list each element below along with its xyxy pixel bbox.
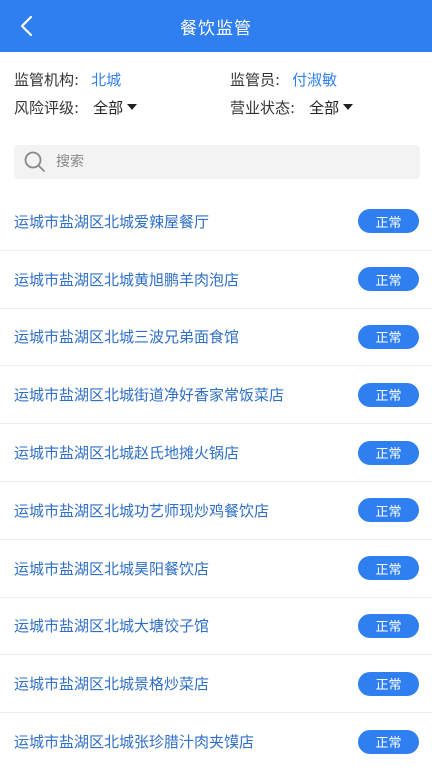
status-badge: 正常 bbox=[358, 613, 419, 638]
supervisor-value[interactable]: 付淑敏 bbox=[292, 69, 337, 90]
risk-label: 风险评级: bbox=[14, 98, 80, 117]
status-badge: 正常 bbox=[358, 267, 419, 292]
status-badge: 正常 bbox=[358, 556, 419, 581]
restaurant-name: 运城市盐湖区北城昊阳餐饮店 bbox=[14, 559, 210, 578]
list-item[interactable]: 运城市盐湖区北城昊阳餐饮店 正常 bbox=[0, 540, 432, 598]
restaurant-name: 运城市盐湖区北城张珍腊汁肉夹馍店 bbox=[14, 733, 255, 752]
risk-select-value: 全部 bbox=[93, 98, 124, 117]
list-item[interactable]: 运城市盐湖区北城街道净好香家常饭菜店 正常 bbox=[0, 366, 432, 425]
status-badge: 正常 bbox=[358, 671, 419, 696]
restaurant-list: 运城市盐湖区北城爱辣屋餐厅 正常 运城市盐湖区北城黄旭鹏羊肉泡店 正常 运城市盐湖区北城… bbox=[0, 193, 432, 768]
risk-select[interactable]: 全部 bbox=[93, 97, 138, 118]
risk-filter: 风险评级: 全部 bbox=[14, 92, 138, 122]
status-badge: 正常 bbox=[358, 440, 419, 465]
supervisor-filter: 监管员: 付淑敏 bbox=[230, 64, 337, 94]
agency-filter: 监管机构: 北城 bbox=[14, 64, 121, 94]
status-badge: 正常 bbox=[358, 382, 419, 407]
list-item[interactable]: 运城市盐湖区北城大塘饺子馆 正常 bbox=[0, 598, 432, 656]
status-badge: 正常 bbox=[358, 209, 419, 234]
status-badge: 正常 bbox=[358, 498, 419, 523]
restaurant-name: 运城市盐湖区北城街道净好香家常饭菜店 bbox=[14, 386, 285, 405]
restaurant-name: 运城市盐湖区北城功艺师现炒鸡餐饮店 bbox=[14, 501, 270, 520]
list-item[interactable]: 运城市盐湖区北城黄旭鹏羊肉泡店 正常 bbox=[0, 251, 432, 309]
restaurant-name: 运城市盐湖区北城黄旭鹏羊肉泡店 bbox=[14, 270, 240, 289]
list-item[interactable]: 运城市盐湖区北城三波兄弟面食馆 正常 bbox=[0, 309, 432, 367]
page-title: 餐饮监管 bbox=[180, 18, 252, 39]
business-status-select[interactable]: 全部 bbox=[309, 97, 354, 118]
agency-value[interactable]: 北城 bbox=[91, 69, 121, 90]
list-item[interactable]: 运城市盐湖区北城爱辣屋餐厅 正常 bbox=[0, 193, 432, 251]
restaurant-name: 运城市盐湖区北城三波兄弟面食馆 bbox=[14, 328, 240, 347]
chevron-left-icon bbox=[20, 15, 33, 37]
filter-panel: 监管机构: 北城 监管员: 付淑敏 风险评级: 全部 营业状态: 全部 bbox=[0, 52, 432, 134]
search-icon bbox=[24, 151, 45, 172]
restaurant-name: 运城市盐湖区北城爱辣屋餐厅 bbox=[14, 212, 210, 231]
caret-down-icon bbox=[127, 104, 138, 110]
status-badge: 正常 bbox=[358, 729, 419, 754]
supervisor-label: 监管员: bbox=[230, 70, 281, 89]
business-status-filter: 营业状态: 全部 bbox=[230, 92, 354, 122]
business-status-label: 营业状态: bbox=[230, 98, 296, 117]
caret-down-icon bbox=[343, 104, 354, 110]
agency-label: 监管机构: bbox=[14, 70, 80, 89]
status-badge: 正常 bbox=[358, 324, 419, 349]
search-bar[interactable] bbox=[14, 145, 420, 179]
list-item[interactable]: 运城市盐湖区北城景格炒菜店 正常 bbox=[0, 655, 432, 714]
restaurant-name: 运城市盐湖区北城大塘饺子馆 bbox=[14, 617, 210, 636]
restaurant-name: 运城市盐湖区北城景格炒菜店 bbox=[14, 675, 210, 694]
back-button[interactable] bbox=[10, 10, 42, 42]
restaurant-name: 运城市盐湖区北城赵氏地摊火锅店 bbox=[14, 444, 240, 463]
list-item[interactable]: 运城市盐湖区北城张珍腊汁肉夹馍店 正常 bbox=[0, 713, 432, 768]
business-status-select-value: 全部 bbox=[309, 98, 340, 117]
list-item[interactable]: 运城市盐湖区北城功艺师现炒鸡餐饮店 正常 bbox=[0, 482, 432, 540]
list-item[interactable]: 运城市盐湖区北城赵氏地摊火锅店 正常 bbox=[0, 424, 432, 482]
app-header: 餐饮监管 bbox=[0, 0, 432, 52]
search-input[interactable] bbox=[56, 154, 396, 170]
